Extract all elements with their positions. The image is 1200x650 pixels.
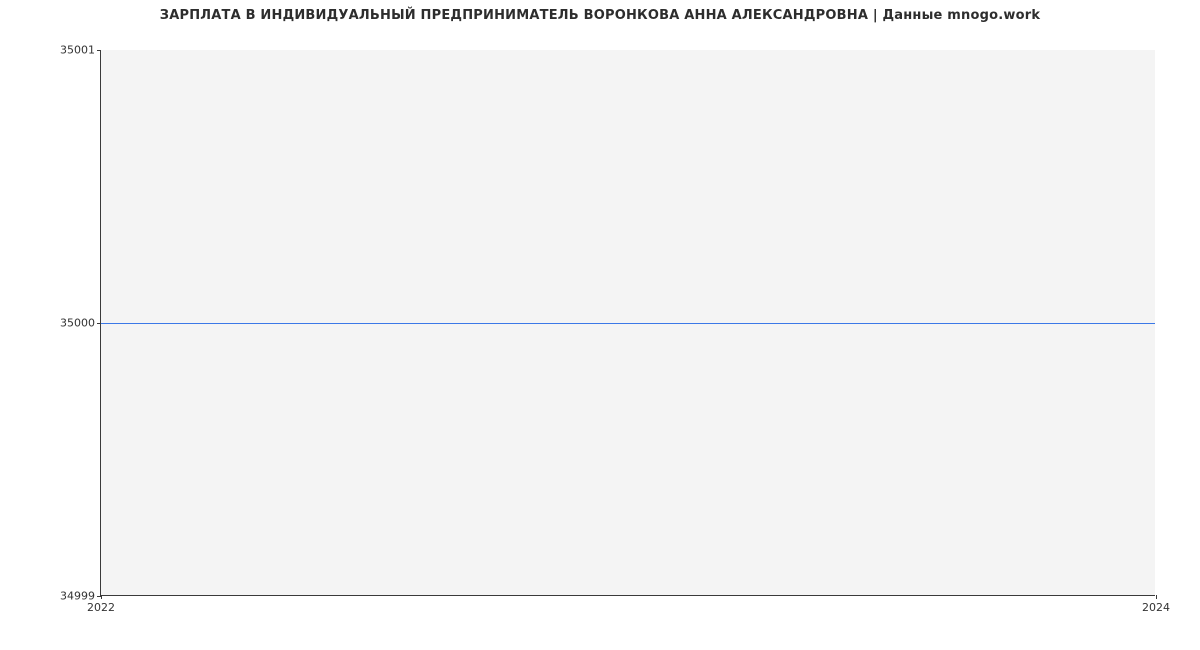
chart-title: ЗАРПЛАТА В ИНДИВИДУАЛЬНЫЙ ПРЕДПРИНИМАТЕЛ…	[0, 8, 1200, 23]
x-tick-mark	[101, 595, 102, 599]
chart-container: ЗАРПЛАТА В ИНДИВИДУАЛЬНЫЙ ПРЕДПРИНИМАТЕЛ…	[0, 0, 1200, 650]
y-tick-label: 35000	[60, 317, 101, 330]
plot-area: 34999350003500120222024	[100, 50, 1155, 596]
y-tick-label: 35001	[60, 44, 101, 57]
y-tick-mark	[97, 50, 101, 51]
series-line	[101, 323, 1155, 324]
x-tick-mark	[1156, 595, 1157, 599]
